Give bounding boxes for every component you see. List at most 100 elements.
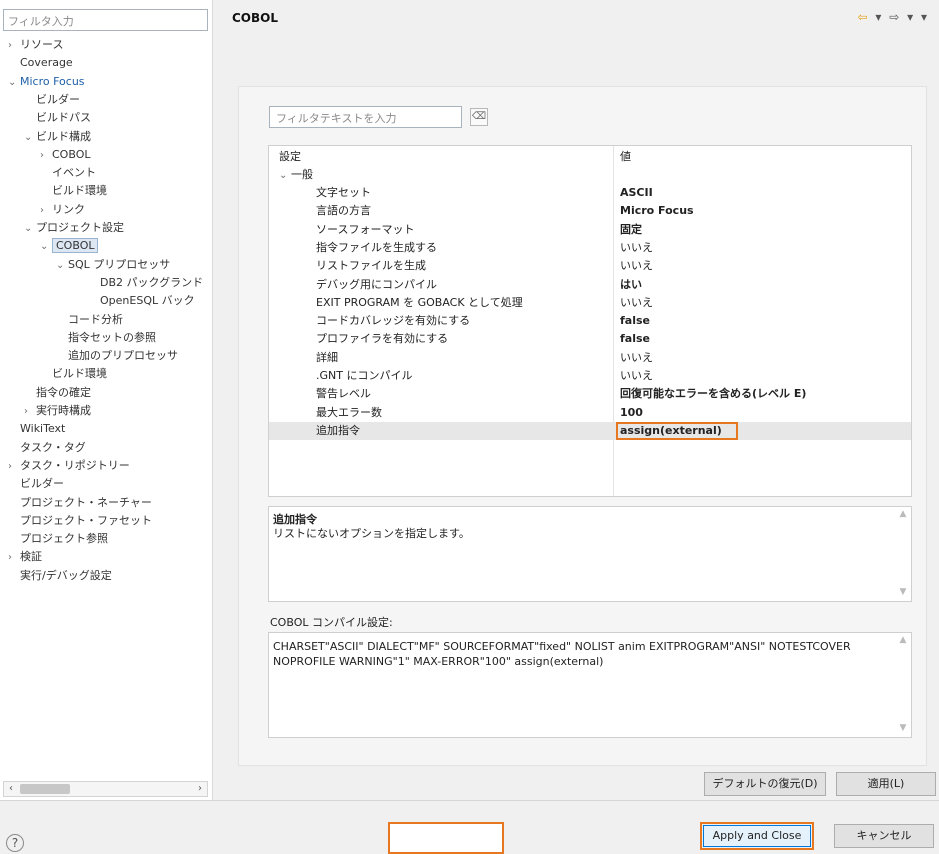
tree-item[interactable]: ビルド環境	[40, 182, 107, 200]
tree-item[interactable]: DB2 パックグランド	[88, 274, 203, 292]
tree-item[interactable]: プロジェクト・ネーチャー	[8, 494, 152, 512]
page-header: COBOL ⇦ ▾ ⇨ ▾ ▾	[214, 0, 939, 36]
property-value[interactable]: 100	[620, 404, 643, 422]
tree-item[interactable]: 追加のプリプロセッサ	[56, 347, 178, 365]
chevron-down-icon[interactable]: ⌄	[24, 129, 36, 147]
property-row[interactable]: 詳細 いいえ	[269, 349, 911, 367]
property-row[interactable]: 指令ファイルを生成する いいえ	[269, 239, 911, 257]
tree-item[interactable]: ⌄ Micro Focus	[8, 73, 85, 91]
tree-item[interactable]: ⌄ COBOL	[40, 237, 99, 256]
tree-filter-input[interactable]: フィルタ入力	[3, 9, 208, 31]
tree-item[interactable]: WikiText	[8, 420, 65, 438]
tree-item[interactable]: ビルダー	[24, 91, 80, 109]
chevron-down-icon[interactable]: ⌄	[279, 167, 291, 185]
chevron-right-icon[interactable]: ›	[40, 147, 52, 165]
tree-item[interactable]: › 実行時構成	[24, 402, 91, 420]
tree-item[interactable]: › リソース	[8, 36, 63, 54]
value-highlight-box	[616, 421, 738, 440]
tree-item[interactable]: プロジェクト・ファセット	[8, 512, 152, 530]
chevron-right-icon[interactable]: ›	[8, 37, 20, 55]
back-arrow-icon[interactable]: ⇦	[857, 10, 869, 24]
property-name: デバッグ用にコンパイル	[316, 277, 437, 291]
property-row[interactable]: デバッグ用にコンパイル はい	[269, 276, 911, 294]
scroll-down-icon[interactable]: ▼	[897, 587, 909, 599]
tree-item[interactable]: 実行/デバッグ設定	[8, 567, 112, 585]
property-row[interactable]: .GNT にコンパイル いいえ	[269, 367, 911, 385]
restore-defaults-button[interactable]: デフォルトの復元(D)	[704, 772, 826, 796]
tree-item-label: DB2 パックグランド	[100, 275, 204, 289]
tree-item[interactable]: イベント	[40, 164, 96, 182]
property-row[interactable]: 追加指令 assign(external)	[269, 421, 911, 440]
property-value[interactable]: ASCII	[620, 184, 653, 202]
apply-and-close-button[interactable]: Apply and Close	[700, 822, 814, 850]
chevron-down-icon[interactable]: ⌄	[40, 238, 52, 256]
tree-item[interactable]: ⌄ SQL プリプロセッサ	[56, 256, 170, 274]
tree-item[interactable]: 指令セットの参照	[56, 329, 156, 347]
compile-settings-box[interactable]: CHARSET"ASCII" DIALECT"MF" SOURCEFORMAT"…	[268, 632, 912, 738]
property-value[interactable]: 回復可能なエラーを含める(レベル E)	[620, 385, 806, 403]
chevron-right-icon[interactable]: ›	[40, 202, 52, 220]
property-row[interactable]: 最大エラー数 100	[269, 404, 911, 422]
chevron-right-icon[interactable]: ›	[8, 458, 20, 476]
property-row[interactable]: 警告レベル 回復可能なエラーを含める(レベル E)	[269, 385, 911, 403]
scroll-up-icon[interactable]: ▲	[897, 509, 909, 521]
tree-item[interactable]: プロジェクト参照	[8, 530, 108, 548]
compile-scrollbar[interactable]: ▲ ▼	[897, 635, 909, 735]
cancel-button[interactable]: キャンセル	[834, 824, 934, 848]
tree-item[interactable]: 指令の確定	[24, 384, 91, 402]
property-row[interactable]: EXIT PROGRAM を GOBACK として処理 いいえ	[269, 294, 911, 312]
clear-filter-icon[interactable]: ⌫	[470, 108, 488, 126]
tree-item[interactable]: ビルダー	[8, 475, 64, 493]
tree-item-label: ビルド環境	[52, 367, 107, 381]
property-value[interactable]: いいえ	[620, 239, 653, 257]
property-name: 詳細	[316, 350, 338, 364]
scroll-down-icon[interactable]: ▼	[897, 723, 909, 735]
tree-horizontal-scrollbar[interactable]: ‹ ›	[3, 781, 208, 797]
tree-item[interactable]: OpenESQL バック	[88, 292, 195, 310]
tree-item[interactable]: ⌄ ビルド構成	[24, 128, 91, 146]
property-value[interactable]: はい	[620, 276, 642, 294]
tree-item[interactable]: Coverage	[8, 54, 73, 72]
property-value[interactable]: いいえ	[620, 294, 653, 312]
chevron-right-icon[interactable]: ›	[24, 403, 36, 421]
property-value[interactable]: いいえ	[620, 349, 653, 367]
tree-item[interactable]: ビルド環境	[40, 365, 107, 383]
forward-menu-icon[interactable]: ▾	[907, 10, 915, 24]
tree-item[interactable]: タスク・タグ	[8, 439, 86, 457]
property-value[interactable]: いいえ	[620, 257, 653, 275]
chevron-right-icon[interactable]: ›	[8, 549, 20, 567]
property-row[interactable]: 言語の方言 Micro Focus	[269, 202, 911, 220]
scroll-left-icon[interactable]: ‹	[4, 782, 18, 796]
tree-item[interactable]: › 検証	[8, 548, 42, 566]
tree-item[interactable]: コード分析	[56, 311, 123, 329]
scroll-thumb[interactable]	[20, 784, 70, 794]
tree-item[interactable]: ⌄ プロジェクト設定	[24, 219, 124, 237]
property-value[interactable]: Micro Focus	[620, 202, 694, 220]
group-row-general[interactable]: ⌄ 一般	[269, 166, 911, 185]
scroll-up-icon[interactable]: ▲	[897, 635, 909, 647]
property-row[interactable]: コードカバレッジを有効にする false	[269, 312, 911, 330]
property-row[interactable]: プロファイラを有効にする false	[269, 330, 911, 348]
property-row[interactable]: ソースフォーマット 固定	[269, 221, 911, 239]
chevron-down-icon[interactable]: ⌄	[8, 74, 20, 92]
forward-arrow-icon[interactable]: ⇨	[889, 10, 901, 24]
chevron-down-icon[interactable]: ⌄	[24, 220, 36, 238]
chevron-down-icon[interactable]: ⌄	[56, 257, 68, 275]
tree-item[interactable]: ビルドパス	[24, 109, 91, 127]
scroll-right-icon[interactable]: ›	[193, 782, 207, 796]
property-value[interactable]: false	[620, 330, 650, 348]
property-filter-input[interactable]: フィルタテキストを入力	[269, 106, 462, 128]
view-menu-icon[interactable]: ▾	[921, 10, 929, 24]
property-value[interactable]: 固定	[620, 221, 642, 239]
help-icon[interactable]: ?	[6, 834, 24, 852]
property-row[interactable]: リストファイルを生成 いいえ	[269, 257, 911, 275]
tree-item[interactable]: › リンク	[40, 201, 85, 219]
property-value[interactable]: いいえ	[620, 367, 653, 385]
tree-item[interactable]: › タスク・リポジトリー	[8, 457, 130, 475]
back-menu-icon[interactable]: ▾	[875, 10, 883, 24]
tree-item[interactable]: › COBOL	[40, 146, 90, 164]
description-scrollbar[interactable]: ▲ ▼	[897, 509, 909, 599]
property-row[interactable]: 文字セット ASCII	[269, 184, 911, 202]
property-value[interactable]: false	[620, 312, 650, 330]
apply-button[interactable]: 適用(L)	[836, 772, 936, 796]
